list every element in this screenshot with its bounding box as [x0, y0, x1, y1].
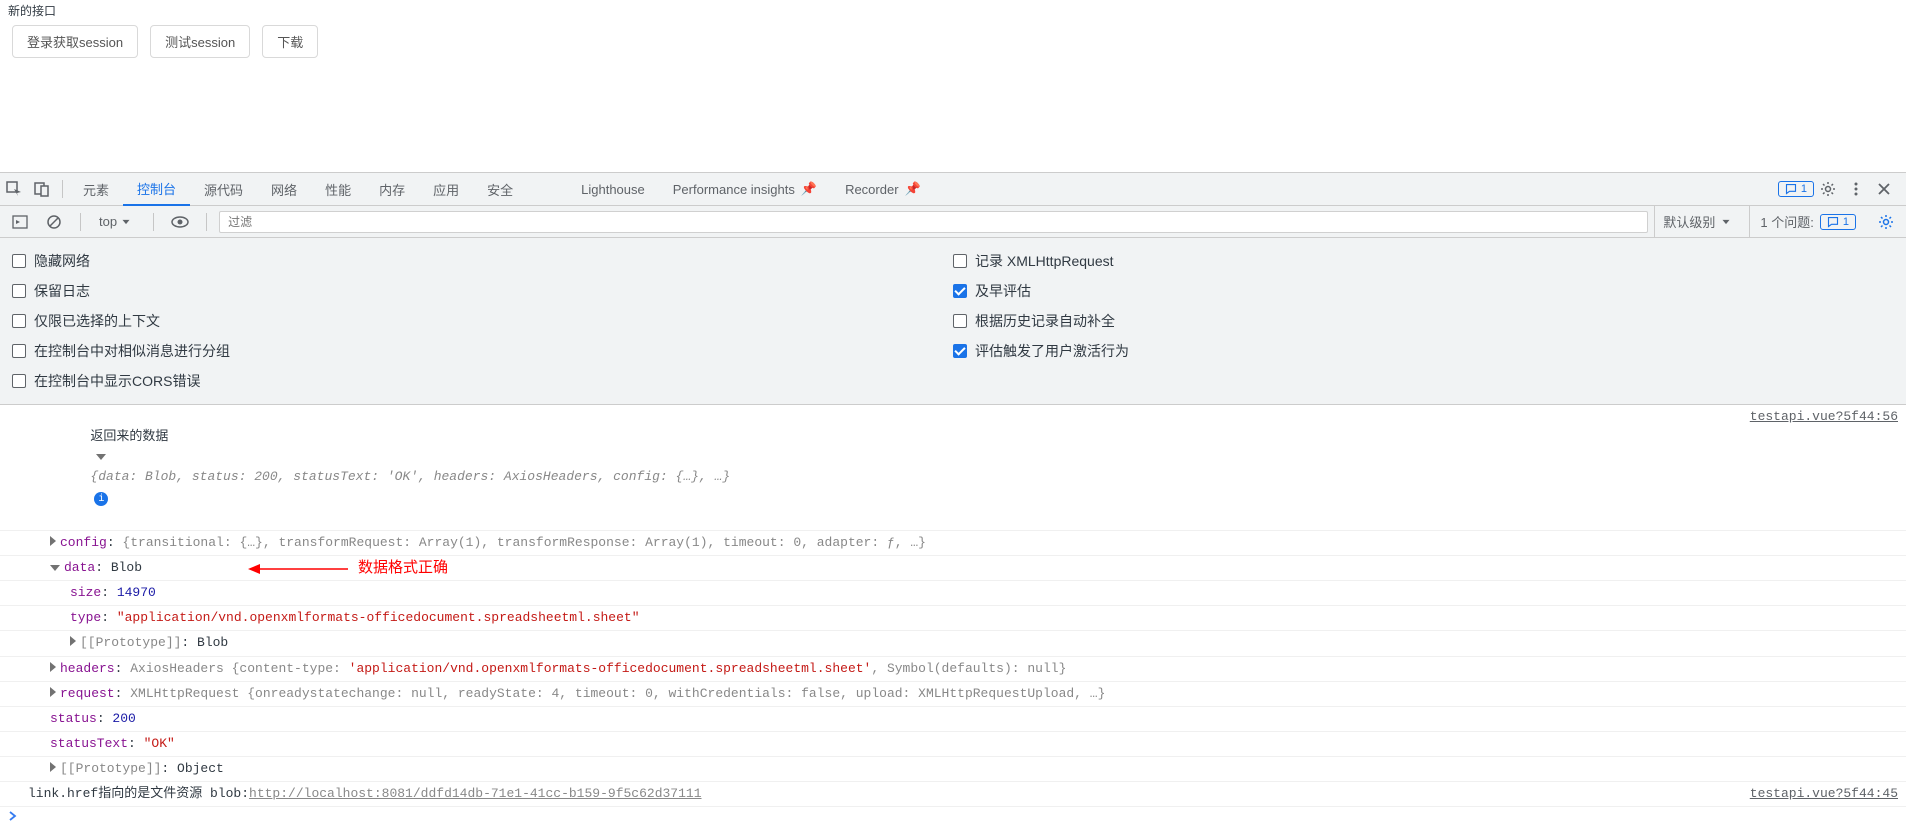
object-property-row[interactable]: headers: AxiosHeaders {content-type: 'ap… — [0, 657, 1906, 682]
log-level-selector[interactable]: 默认级别 — [1654, 206, 1743, 237]
context-selector[interactable]: top — [93, 212, 141, 231]
object-property-row[interactable]: size: 14970 — [0, 581, 1906, 606]
download-button[interactable]: 下载 — [262, 25, 318, 58]
expand-toggle-icon[interactable] — [50, 662, 56, 672]
log-entry[interactable]: 返回来的数据 {data: Blob, status: 200, statusT… — [0, 405, 1906, 531]
more-icon[interactable] — [1842, 175, 1870, 203]
tab-memory[interactable]: 内存 — [365, 173, 419, 206]
tab-application[interactable]: 应用 — [419, 173, 473, 206]
pin-icon: 📌 — [905, 181, 921, 197]
setting-label: 隐藏网络 — [34, 251, 90, 271]
expand-toggle-icon[interactable] — [50, 762, 56, 772]
checkbox-hide-network[interactable] — [12, 254, 26, 268]
checkbox-log-xhr[interactable] — [953, 254, 967, 268]
object-property-row[interactable]: [[Prototype]]: Blob — [0, 631, 1906, 656]
console-toolbar: top 默认级别 1 个问题: 1 — [0, 206, 1906, 238]
close-icon[interactable] — [1870, 175, 1898, 203]
setting-label: 仅限已选择的上下文 — [34, 311, 160, 331]
source-link[interactable]: testapi.vue?5f44:45 — [1738, 784, 1898, 804]
page-title: 新的接口 — [4, 0, 1902, 21]
tab-recorder[interactable]: Recorder📌 — [831, 173, 935, 206]
log-prefix: link.href指向的是文件资源 blob: — [28, 786, 249, 801]
checkbox-group-similar[interactable] — [12, 344, 26, 358]
setting-label: 及早评估 — [975, 281, 1031, 301]
device-toolbar-icon[interactable] — [28, 175, 56, 203]
tab-network[interactable]: 网络 — [257, 173, 311, 206]
issues-indicator[interactable]: 1 个问题: 1 — [1749, 206, 1866, 237]
clear-console-icon[interactable] — [40, 208, 68, 236]
checkbox-show-cors[interactable] — [12, 374, 26, 388]
tab-performance[interactable]: 性能 — [311, 173, 365, 206]
console-settings-icon[interactable] — [1872, 208, 1900, 236]
object-property-row[interactable]: data: Blob 数据格式正确 — [0, 556, 1906, 581]
object-property-row[interactable]: statusText: "OK" — [0, 732, 1906, 757]
setting-label: 根据历史记录自动补全 — [975, 311, 1115, 331]
expand-toggle-icon[interactable] — [50, 565, 60, 571]
setting-label: 保留日志 — [34, 281, 90, 301]
console-prompt[interactable] — [0, 807, 1906, 825]
console-settings-panel: 隐藏网络 保留日志 仅限已选择的上下文 在控制台中对相似消息进行分组 在控制台中… — [0, 238, 1906, 405]
tab-security[interactable]: 安全 — [473, 173, 527, 206]
object-property-row[interactable]: config: {transitional: {…}, transformReq… — [0, 531, 1906, 556]
tab-perf-insights[interactable]: Performance insights📌 — [659, 173, 831, 206]
sidebar-toggle-icon[interactable] — [6, 208, 34, 236]
checkbox-eager-eval[interactable] — [953, 284, 967, 298]
object-property-row[interactable]: type: "application/vnd.openxmlformats-of… — [0, 606, 1906, 631]
tab-sources[interactable]: 源代码 — [190, 173, 257, 206]
log-entry[interactable]: link.href指向的是文件资源 blob:http://localhost:… — [0, 782, 1906, 807]
devtools-panel: 元素 控制台 源代码 网络 性能 内存 应用 安全 Lighthouse Per… — [0, 172, 1906, 825]
object-summary: {data: Blob, status: 200, statusText: 'O… — [90, 469, 730, 484]
inspect-icon[interactable] — [0, 175, 28, 203]
tab-console[interactable]: 控制台 — [123, 173, 190, 206]
setting-label: 在控制台中显示CORS错误 — [34, 371, 200, 391]
test-session-button[interactable]: 测试session — [150, 25, 250, 58]
tab-lighthouse[interactable]: Lighthouse — [567, 173, 659, 206]
setting-label: 评估触发了用户激活行为 — [975, 341, 1129, 361]
devtools-tabbar: 元素 控制台 源代码 网络 性能 内存 应用 安全 Lighthouse Per… — [0, 173, 1906, 206]
filter-input[interactable] — [219, 211, 1648, 233]
info-icon[interactable]: i — [94, 492, 108, 506]
blob-url-link[interactable]: http://localhost:8081/ddfd14db-71e1-41cc… — [249, 786, 701, 801]
settings-icon[interactable] — [1814, 175, 1842, 203]
expand-toggle-icon[interactable] — [50, 536, 56, 546]
expand-toggle-icon[interactable] — [50, 687, 56, 697]
source-link[interactable]: testapi.vue?5f44:56 — [1738, 407, 1898, 427]
object-property-row[interactable]: request: XMLHttpRequest {onreadystatecha… — [0, 682, 1906, 707]
live-expression-icon[interactable] — [166, 208, 194, 236]
setting-label: 记录 XMLHttpRequest — [975, 251, 1114, 271]
console-output: 返回来的数据 {data: Blob, status: 200, statusT… — [0, 405, 1906, 825]
checkbox-preserve-log[interactable] — [12, 284, 26, 298]
expand-toggle-icon[interactable] — [70, 636, 76, 646]
object-property-row[interactable]: [[Prototype]]: Object — [0, 757, 1906, 782]
checkbox-user-activation[interactable] — [953, 344, 967, 358]
pin-icon: 📌 — [801, 181, 817, 197]
log-prefix: 返回来的数据 — [90, 429, 168, 444]
object-property-row[interactable]: status: 200 — [0, 707, 1906, 732]
checkbox-selected-context[interactable] — [12, 314, 26, 328]
checkbox-autocomplete-history[interactable] — [953, 314, 967, 328]
setting-label: 在控制台中对相似消息进行分组 — [34, 341, 230, 361]
messages-badge[interactable]: 1 — [1778, 181, 1814, 197]
login-session-button[interactable]: 登录获取session — [12, 25, 138, 58]
tab-elements[interactable]: 元素 — [69, 173, 123, 206]
chevron-right-icon — [8, 811, 18, 821]
devtools-tabs: 元素 控制台 源代码 网络 性能 内存 应用 安全 Lighthouse Per… — [69, 173, 935, 206]
expand-toggle-icon[interactable] — [96, 454, 106, 460]
